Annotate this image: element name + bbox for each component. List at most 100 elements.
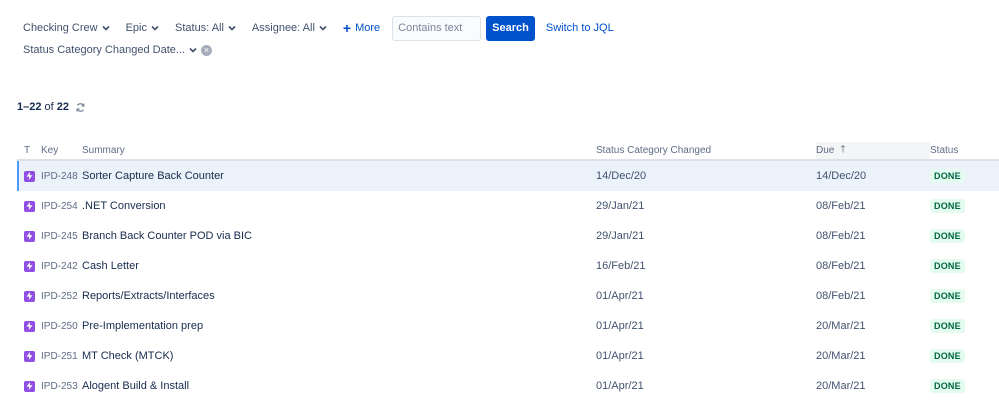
table-row[interactable]: IPD-251 MT Check (MTCK) 01/Apr/21 20/Mar…: [17, 341, 999, 371]
chevron-down-icon: [151, 25, 159, 31]
filter-epic[interactable]: Epic: [126, 22, 159, 34]
results-of: of: [44, 101, 54, 113]
cell-due: 08/Feb/21: [816, 200, 866, 212]
status-badge: DONE: [930, 259, 965, 273]
cell-type: [17, 221, 41, 251]
search-button[interactable]: Search: [486, 15, 535, 41]
cell-key[interactable]: IPD-252: [41, 281, 82, 311]
status-badge: DONE: [930, 349, 965, 363]
cell-due: 08/Feb/21: [816, 230, 866, 242]
plus-icon: +: [342, 20, 352, 36]
epic-icon: [24, 200, 35, 212]
status-badge: DONE: [930, 319, 965, 333]
cell-key[interactable]: IPD-251: [41, 341, 82, 371]
table-row[interactable]: IPD-250 Pre-Implementation prep 01/Apr/2…: [17, 311, 999, 341]
col-header-due-label: Due: [816, 145, 835, 156]
col-header-due[interactable]: Due 🡑: [816, 142, 930, 161]
filter-status[interactable]: Status: All: [175, 22, 236, 34]
cell-type: [17, 371, 41, 401]
cell-due: 20/Mar/21: [816, 350, 866, 362]
chevron-down-icon: [228, 25, 236, 31]
cell-summary[interactable]: .NET Conversion: [82, 191, 596, 221]
filter-assignee[interactable]: Assignee: All: [252, 22, 327, 34]
cell-status: DONE: [930, 221, 999, 251]
cell-summary[interactable]: Sorter Capture Back Counter: [82, 160, 596, 191]
cell-type: [17, 311, 41, 341]
cell-key[interactable]: IPD-242: [41, 251, 82, 281]
cell-due: 20/Mar/21: [816, 320, 866, 332]
cell-summary[interactable]: Pre-Implementation prep: [82, 311, 596, 341]
table-row[interactable]: IPD-253 Alogent Build & Install 01/Apr/2…: [17, 371, 999, 401]
chevron-down-icon: [102, 25, 110, 31]
results-total: 22: [56, 101, 70, 113]
table-row[interactable]: IPD-245 Branch Back Counter POD via BIC …: [17, 221, 999, 251]
table-row[interactable]: IPD-252 Reports/Extracts/Interfaces 01/A…: [17, 281, 999, 311]
filter-bar: Checking Crew Epic Status: All Assignee:…: [23, 15, 614, 41]
cell-type: [17, 281, 41, 311]
cell-key[interactable]: IPD-254: [41, 191, 82, 221]
cell-summary[interactable]: Reports/Extracts/Interfaces: [82, 281, 596, 311]
epic-icon: [24, 290, 35, 302]
cell-type: [17, 191, 41, 221]
cell-status-changed: 01/Apr/21: [596, 290, 644, 302]
col-header-key[interactable]: Key: [41, 142, 82, 161]
cell-status-changed: 14/Dec/20: [596, 160, 816, 191]
cell-status: DONE: [930, 371, 999, 401]
status-badge: DONE: [930, 379, 965, 393]
chevron-down-icon: [189, 47, 197, 53]
status-badge: DONE: [930, 199, 965, 213]
epic-icon: [24, 320, 35, 332]
col-header-status-changed[interactable]: Status Category Changed: [596, 142, 816, 161]
cell-status-changed: 01/Apr/21: [596, 320, 644, 332]
chevron-down-icon: [319, 25, 327, 31]
cell-key[interactable]: IPD-248: [41, 160, 82, 191]
table-row[interactable]: IPD-248 Sorter Capture Back Counter 14/D…: [17, 160, 999, 191]
filter-assignee-label: Assignee: All: [251, 22, 315, 34]
filter-epic-label: Epic: [125, 22, 147, 34]
status-badge: DONE: [930, 169, 965, 183]
cell-summary[interactable]: Alogent Build & Install: [82, 371, 596, 401]
switch-to-jql-link[interactable]: Switch to JQL: [546, 22, 614, 34]
epic-icon: [24, 350, 35, 362]
cell-key[interactable]: IPD-253: [41, 371, 82, 401]
cell-summary[interactable]: Cash Letter: [82, 251, 596, 281]
cell-status: DONE: [930, 160, 999, 191]
cell-type: [17, 160, 41, 191]
cell-due: 20/Mar/21: [816, 380, 866, 392]
table-row[interactable]: IPD-254 .NET Conversion 29/Jan/21 08/Feb…: [17, 191, 999, 221]
epic-icon: [24, 230, 35, 242]
epic-icon: [24, 170, 35, 182]
table-row[interactable]: IPD-242 Cash Letter 16/Feb/21 08/Feb/21 …: [17, 251, 999, 281]
issues-table: T Key Summary Status Category Changed Du…: [17, 142, 999, 401]
cell-status: DONE: [930, 341, 999, 371]
cell-status-changed: 29/Jan/21: [596, 200, 645, 212]
cell-type: [17, 341, 41, 371]
epic-icon: [24, 380, 35, 392]
filter-project[interactable]: Checking Crew: [23, 22, 110, 34]
cell-due: 08/Feb/21: [816, 290, 866, 302]
cell-summary[interactable]: Branch Back Counter POD via BIC: [82, 221, 596, 251]
cell-status-changed: 29/Jan/21: [596, 230, 645, 242]
refresh-icon[interactable]: [75, 102, 86, 113]
results-count: 1–22 of 22: [17, 101, 86, 113]
search-input[interactable]: [392, 15, 482, 41]
cell-key[interactable]: IPD-245: [41, 221, 82, 251]
cell-status-changed: 16/Feb/21: [596, 260, 646, 272]
col-header-status[interactable]: Status: [930, 142, 999, 161]
filter-project-label: Checking Crew: [23, 22, 98, 34]
status-badge: DONE: [930, 289, 965, 303]
cell-summary[interactable]: MT Check (MTCK): [82, 341, 596, 371]
cell-status: DONE: [930, 281, 999, 311]
sort-ascending-icon: 🡑: [840, 144, 846, 155]
more-filters-button[interactable]: + More: [343, 21, 380, 35]
more-filters-label: More: [355, 22, 381, 34]
col-header-type[interactable]: T: [17, 142, 41, 161]
cell-status: DONE: [930, 191, 999, 221]
cell-key[interactable]: IPD-250: [41, 311, 82, 341]
cell-status-changed: 01/Apr/21: [596, 350, 644, 362]
results-range: 1–22: [17, 101, 42, 113]
filter-status-category-changed[interactable]: Status Category Changed Date... ×: [23, 44, 213, 56]
col-header-summary[interactable]: Summary: [82, 142, 596, 161]
cell-due: 14/Dec/20: [816, 160, 930, 191]
clear-filter-icon[interactable]: ×: [201, 44, 213, 56]
